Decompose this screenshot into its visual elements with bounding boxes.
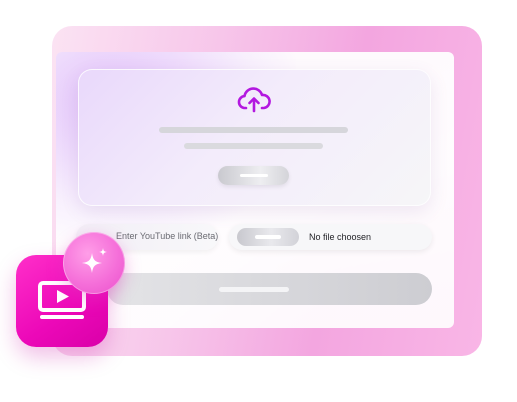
submit-label-placeholder <box>219 287 289 292</box>
submit-button[interactable] <box>107 273 432 305</box>
youtube-link-placeholder: Enter YouTube link (Beta) <box>116 231 218 241</box>
choose-file-button[interactable] <box>237 228 299 246</box>
upload-title-placeholder <box>159 127 348 133</box>
choose-file-label-placeholder <box>255 235 281 239</box>
file-picker[interactable]: No file choosen <box>229 224 432 250</box>
upload-button-label-placeholder <box>240 174 268 177</box>
ai-sparkle-badge <box>63 232 125 294</box>
sparkle-icon <box>82 248 107 273</box>
cloud-upload-icon <box>237 87 271 113</box>
file-status-text: No file choosen <box>309 232 372 242</box>
upload-subtitle-placeholder <box>184 143 323 149</box>
upload-button[interactable] <box>218 166 289 185</box>
